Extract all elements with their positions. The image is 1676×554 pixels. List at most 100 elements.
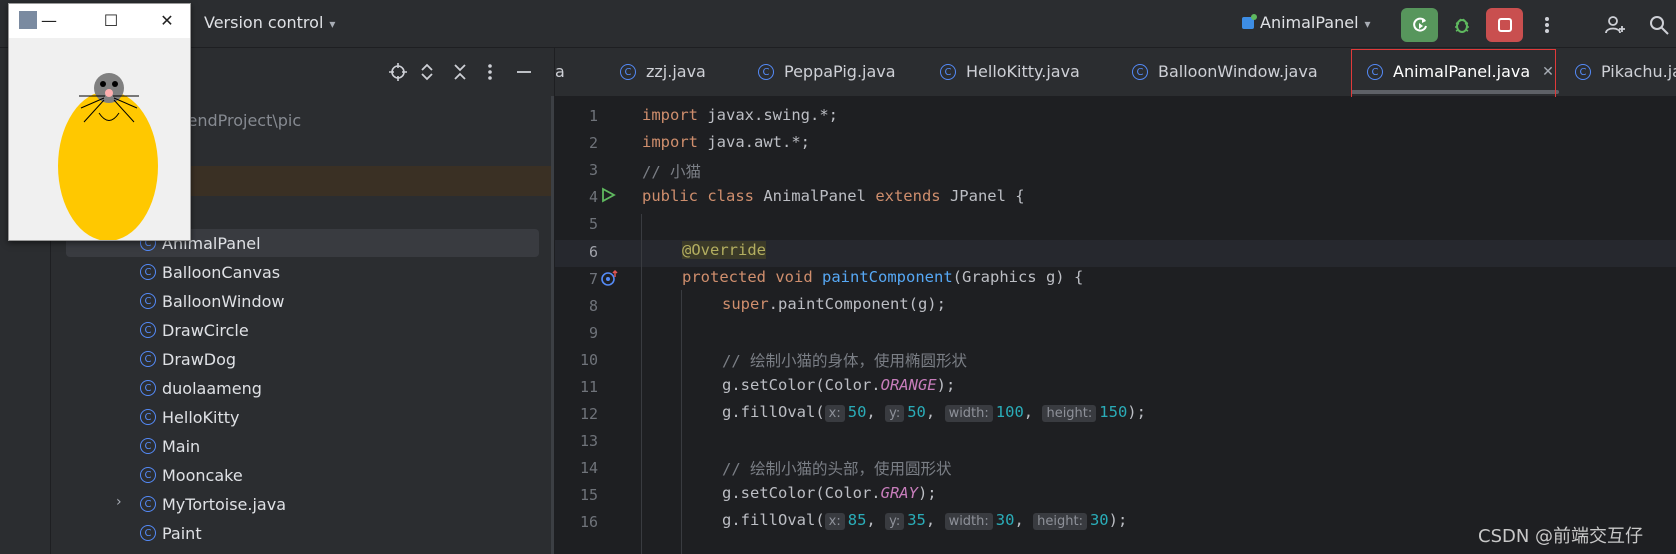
tree-scrollbar[interactable]: [551, 96, 554, 554]
add-user-button[interactable]: [1596, 8, 1633, 42]
more-actions-button[interactable]: [1528, 8, 1565, 42]
param-hint: x:: [824, 405, 845, 422]
line-number: 5: [588, 215, 598, 233]
tree-item-label: MyTortoise.java: [162, 494, 286, 514]
chevron-right-icon[interactable]: ›: [116, 494, 122, 510]
line-number: 9: [588, 324, 598, 342]
tree-item-main[interactable]: C Main: [140, 432, 200, 460]
tab-partial[interactable]: a: [555, 62, 565, 81]
code-line-7: protected void paintComponent(Graphics g…: [682, 268, 1084, 286]
tree-item-label: DrawDog: [162, 349, 237, 369]
tab-peppapig[interactable]: C PeppaPig.java: [758, 62, 896, 81]
tree-item-balloonwindow[interactable]: C BalloonWindow: [140, 287, 284, 315]
class-icon: C: [758, 63, 774, 80]
maximize-button[interactable]: ☐: [97, 10, 125, 32]
param-hint: y:: [885, 405, 905, 422]
line-number: 2: [588, 134, 598, 152]
line-number: 4: [588, 188, 598, 206]
tree-item-label: BalloonWindow: [162, 291, 285, 311]
class-icon: C: [140, 438, 156, 454]
cat-nose: [105, 89, 113, 97]
debug-button[interactable]: [1443, 8, 1480, 42]
line-number: 15: [579, 486, 598, 504]
param-hint: width:: [944, 513, 993, 530]
bug-icon: [1454, 18, 1469, 33]
param-hint: width:: [944, 405, 993, 422]
tab-label: a: [555, 62, 565, 81]
code-line-12: g.fillOval(x: 50, y: 50, width: 100, height…: [722, 403, 1146, 422]
class-icon: C: [1575, 63, 1591, 80]
tab-hellokitty[interactable]: C HelloKitty.java: [940, 62, 1080, 81]
swing-app-window[interactable]: — ☐ ✕: [8, 3, 191, 241]
tree-item-duolaameng[interactable]: Cduolaameng: [140, 374, 262, 402]
expand-all-icon[interactable]: [417, 62, 437, 82]
search-everywhere-button[interactable]: [1640, 8, 1676, 42]
run-configuration-selector[interactable]: AnimalPanel ▾: [1242, 13, 1371, 32]
class-icon: C: [140, 380, 156, 396]
code-line-1: import javax.swing.*;: [642, 106, 838, 124]
code-line-11: g.setColor(Color.ORANGE);: [722, 376, 956, 394]
class-icon: C: [140, 525, 156, 541]
class-icon: C: [140, 467, 156, 483]
code-line-8: super.paintComponent(g);: [722, 295, 946, 313]
param-hint: y:: [885, 513, 905, 530]
line-number: 7: [588, 270, 598, 288]
tree-item-label: BalloonCanvas: [162, 262, 281, 282]
tree-item-label: Mooncake: [162, 465, 243, 485]
version-control-menu[interactable]: Version control ▾: [204, 13, 335, 32]
minimize-button[interactable]: —: [35, 10, 63, 32]
tab-label: HelloKitty.java: [966, 62, 1080, 81]
param-hint: height:: [1042, 405, 1097, 422]
code-line-3: // 小猫: [642, 163, 701, 181]
class-icon: C: [140, 264, 156, 280]
locate-file-icon[interactable]: [388, 62, 408, 82]
run-gutter-icon[interactable]: [600, 187, 616, 207]
tab-label: PeppaPig.java: [784, 62, 896, 81]
override-gutter-icon[interactable]: [600, 269, 620, 291]
indent-guide: [641, 214, 642, 554]
hide-icon[interactable]: [514, 62, 534, 82]
search-icon: [1649, 16, 1669, 35]
line-number: 14: [579, 459, 598, 477]
close-button[interactable]: ✕: [153, 10, 181, 32]
tree-item-mytortoise[interactable]: C MyTortoise.java: [140, 490, 286, 518]
line-number: 16: [579, 513, 598, 531]
options-icon[interactable]: [480, 62, 500, 82]
tree-item-label: Paint: [162, 523, 202, 543]
tree-item-mooncake[interactable]: C Mooncake: [140, 461, 243, 489]
tree-item-drawcircle[interactable]: C DrawCircle: [140, 316, 249, 344]
line-number: 11: [579, 378, 598, 396]
tree-item-hellokitty[interactable]: C HelloKitty: [140, 403, 240, 431]
watermark-text: CSDN @前端交互仔: [1478, 526, 1644, 547]
tree-item-label: duolaameng: [162, 378, 262, 398]
swing-titlebar[interactable]: — ☐ ✕: [9, 4, 190, 38]
param-hint: height:: [1033, 513, 1087, 530]
top-toolbar: Version control ▾ AnimalPanel ▾: [0, 0, 1676, 48]
class-icon: C: [140, 293, 156, 309]
tab-pikachu[interactable]: C Pikachu.ja: [1575, 62, 1676, 81]
version-control-label: Version control: [204, 13, 324, 32]
class-icon: C: [140, 496, 156, 512]
class-icon: C: [140, 409, 156, 425]
tree-item-paint[interactable]: C Paint: [140, 519, 202, 547]
rerun-button[interactable]: [1401, 8, 1438, 42]
more-vertical-icon: [1544, 17, 1549, 33]
class-icon: C: [140, 351, 156, 367]
collapse-all-icon[interactable]: [450, 62, 470, 82]
line-number: 12: [579, 405, 598, 423]
tree-item-ballooncanvas[interactable]: C BalloonCanvas: [140, 258, 280, 286]
tree-item-drawdog[interactable]: C DrawDog: [140, 345, 236, 373]
code-line-10: // 绘制小猫的身体，使用椭圆形状: [722, 352, 967, 370]
cat-body: [58, 91, 158, 240]
line-number: 8: [588, 297, 598, 315]
tab-zzj[interactable]: Czzj.java: [620, 62, 706, 81]
stop-icon: [1497, 18, 1512, 32]
cat-head: [94, 73, 124, 103]
user-plus-icon: [1604, 16, 1625, 34]
code-line-15: g.setColor(Color.GRAY);: [722, 484, 937, 502]
class-icon: C: [1132, 63, 1148, 80]
rerun-icon: [1412, 17, 1427, 32]
stop-button[interactable]: [1486, 8, 1523, 42]
chevron-down-icon: ▾: [1364, 17, 1371, 31]
tab-balloonwindow[interactable]: C BalloonWindow.java: [1132, 62, 1318, 81]
